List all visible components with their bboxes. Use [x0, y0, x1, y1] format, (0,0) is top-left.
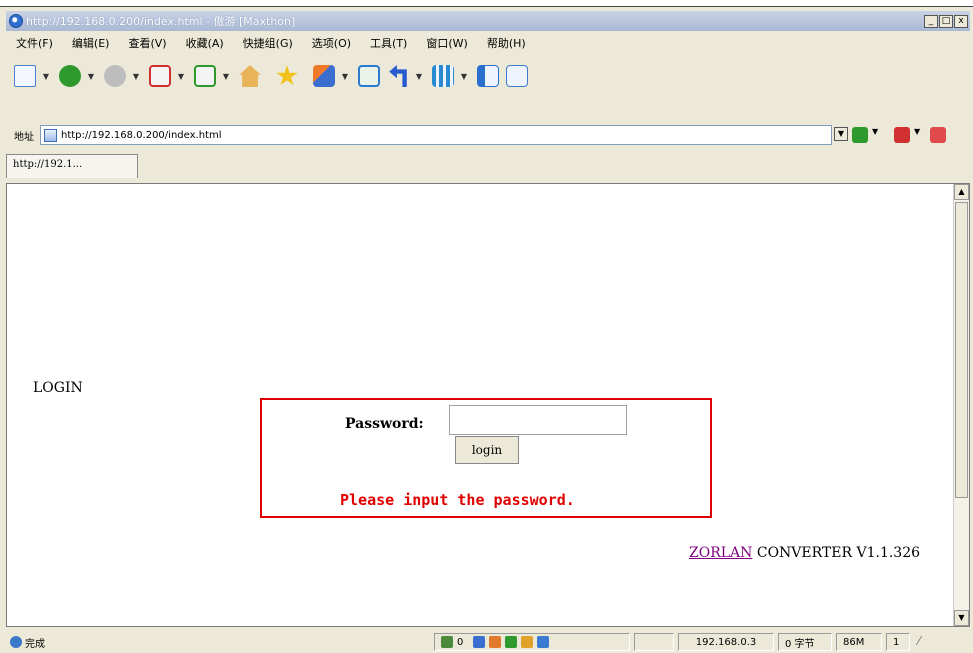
minimize-button[interactable]: _ — [924, 14, 938, 28]
back-icon — [59, 65, 81, 87]
chart-icon — [358, 65, 380, 87]
window-title: http://192.168.0.200/index.html - 傲游 [Ma… — [26, 15, 296, 28]
menu-view[interactable]: 查看(V) — [128, 35, 166, 51]
refresh-button[interactable] — [192, 63, 218, 89]
status-count: 1 — [886, 633, 910, 651]
address-dropdown-chevron-icon[interactable]: ▼ — [834, 127, 848, 141]
edit-button[interactable] — [504, 63, 530, 89]
maxthon-logo-icon — [9, 14, 23, 28]
stop-icon — [149, 65, 171, 87]
status-text: 完成 — [25, 638, 45, 650]
page-viewport: LOGIN Password: login Please input the p… — [6, 183, 970, 627]
group-button[interactable] — [311, 63, 337, 89]
menu-groups[interactable]: 快捷组(G) — [243, 35, 293, 51]
scroll-thumb[interactable] — [955, 202, 968, 498]
close-button[interactable]: x — [954, 14, 968, 28]
toolbar: ▼ ▼ ▼ ▼ ▼ ▼ ▼ ▼ — [12, 57, 533, 95]
page-icon — [44, 128, 57, 142]
undo-icon — [389, 65, 407, 87]
back-button[interactable] — [57, 63, 83, 89]
menu-bar: 文件(F) 编辑(E) 查看(V) 收藏(A) 快捷组(G) 选项(O) 工具(… — [6, 33, 535, 53]
maximize-button[interactable]: □ — [939, 14, 953, 28]
close-dropdown-chevron-icon[interactable]: ▼ — [914, 127, 924, 143]
home-button[interactable] — [237, 63, 263, 89]
forward-icon — [104, 65, 126, 87]
sync-icon[interactable] — [505, 636, 518, 648]
address-input[interactable]: http://192.168.0.200/index.html — [40, 125, 832, 145]
version-text: CONVERTER V1.1.326 — [752, 545, 921, 561]
status-globe-icon — [10, 636, 22, 648]
chart-button[interactable] — [356, 63, 382, 89]
stop-button[interactable] — [147, 63, 173, 89]
error-message: Please input the password. — [340, 491, 575, 509]
settings-gear-icon[interactable] — [521, 636, 534, 648]
download-icon[interactable] — [537, 636, 550, 648]
menu-options[interactable]: 选项(O) — [312, 35, 351, 51]
menu-file[interactable]: 文件(F) — [16, 35, 53, 51]
status-ip: 192.168.0.3 — [678, 633, 774, 651]
browser-window: http://192.168.0.200/index.html - 傲游 [Ma… — [0, 6, 973, 653]
chevron-down-icon[interactable]: ▼ — [41, 72, 51, 81]
login-heading: LOGIN — [33, 380, 83, 396]
refresh-icon — [194, 65, 216, 87]
chevron-down-icon[interactable]: ▼ — [221, 72, 231, 81]
sidebar-icon — [477, 65, 499, 87]
menu-help[interactable]: 帮助(H) — [487, 35, 526, 51]
status-bytes: 0 字节 — [778, 633, 832, 651]
columns-icon — [432, 65, 454, 87]
address-bar: 地址 http://192.168.0.200/index.html ▼ ▼ ▼ — [6, 125, 970, 145]
ad-block-icon[interactable] — [489, 636, 502, 648]
sidebar-button[interactable] — [475, 63, 501, 89]
edit-icon — [506, 65, 528, 87]
password-input[interactable] — [449, 405, 627, 435]
menu-edit[interactable]: 编辑(E) — [72, 35, 110, 51]
window-controls: _ □ x — [924, 14, 968, 28]
status-tray: 0 — [434, 633, 630, 651]
tab-current[interactable]: http://192.1... — [6, 154, 138, 178]
chevron-down-icon[interactable]: ▼ — [459, 72, 469, 81]
go-icon[interactable] — [852, 127, 868, 143]
brand-link[interactable]: ZORLAN — [689, 545, 752, 561]
chevron-down-icon[interactable]: ▼ — [340, 72, 350, 81]
password-label: Password: — [345, 416, 424, 432]
group-icon — [313, 65, 335, 87]
login-form: Password: login Please input the passwor… — [260, 398, 712, 518]
go-dropdown-chevron-icon[interactable]: ▼ — [872, 127, 882, 143]
favorites-button[interactable] — [274, 63, 300, 89]
filter-icon[interactable] — [473, 636, 486, 648]
scroll-up-icon[interactable]: ▲ — [954, 184, 969, 200]
close-all-icon[interactable] — [894, 127, 910, 143]
chevron-down-icon[interactable]: ▼ — [176, 72, 186, 81]
status-memory: 86M — [836, 633, 882, 651]
home-icon — [239, 65, 261, 87]
favorites-star-icon — [276, 65, 298, 86]
menu-tools[interactable]: 工具(T) — [370, 35, 407, 51]
new-page-button[interactable] — [12, 63, 38, 89]
vertical-scrollbar[interactable]: ▲ ▼ — [953, 184, 969, 626]
chevron-down-icon[interactable]: ▼ — [86, 72, 96, 81]
menu-favorites[interactable]: 收藏(A) — [186, 35, 224, 51]
resize-grip-icon[interactable]: ⁄ — [918, 634, 920, 648]
menu-window[interactable]: 窗口(W) — [426, 35, 467, 51]
tab-bar: http://192.1... — [6, 153, 970, 179]
status-bar: 完成 0 192.168.0.3 0 字节 86M 1 ⁄ — [6, 632, 970, 652]
new-page-icon — [14, 65, 36, 87]
title-bar: http://192.168.0.200/index.html - 傲游 [Ma… — [6, 11, 970, 31]
version-note: ZORLAN CONVERTER V1.1.326 — [689, 545, 920, 561]
popup-count: 0 — [457, 636, 464, 648]
address-label: 地址 — [14, 131, 34, 143]
undo-button[interactable] — [385, 63, 411, 89]
address-url: http://192.168.0.200/index.html — [61, 129, 222, 141]
popup-block-icon[interactable] — [441, 636, 453, 648]
status-panel-blank — [634, 633, 674, 651]
login-button[interactable]: login — [455, 436, 519, 464]
chevron-down-icon[interactable]: ▼ — [131, 72, 141, 81]
close-tab-icon[interactable] — [930, 127, 946, 143]
columns-button[interactable] — [430, 63, 456, 89]
scroll-down-icon[interactable]: ▼ — [954, 610, 969, 626]
forward-button[interactable] — [102, 63, 128, 89]
chevron-down-icon[interactable]: ▼ — [414, 72, 424, 81]
